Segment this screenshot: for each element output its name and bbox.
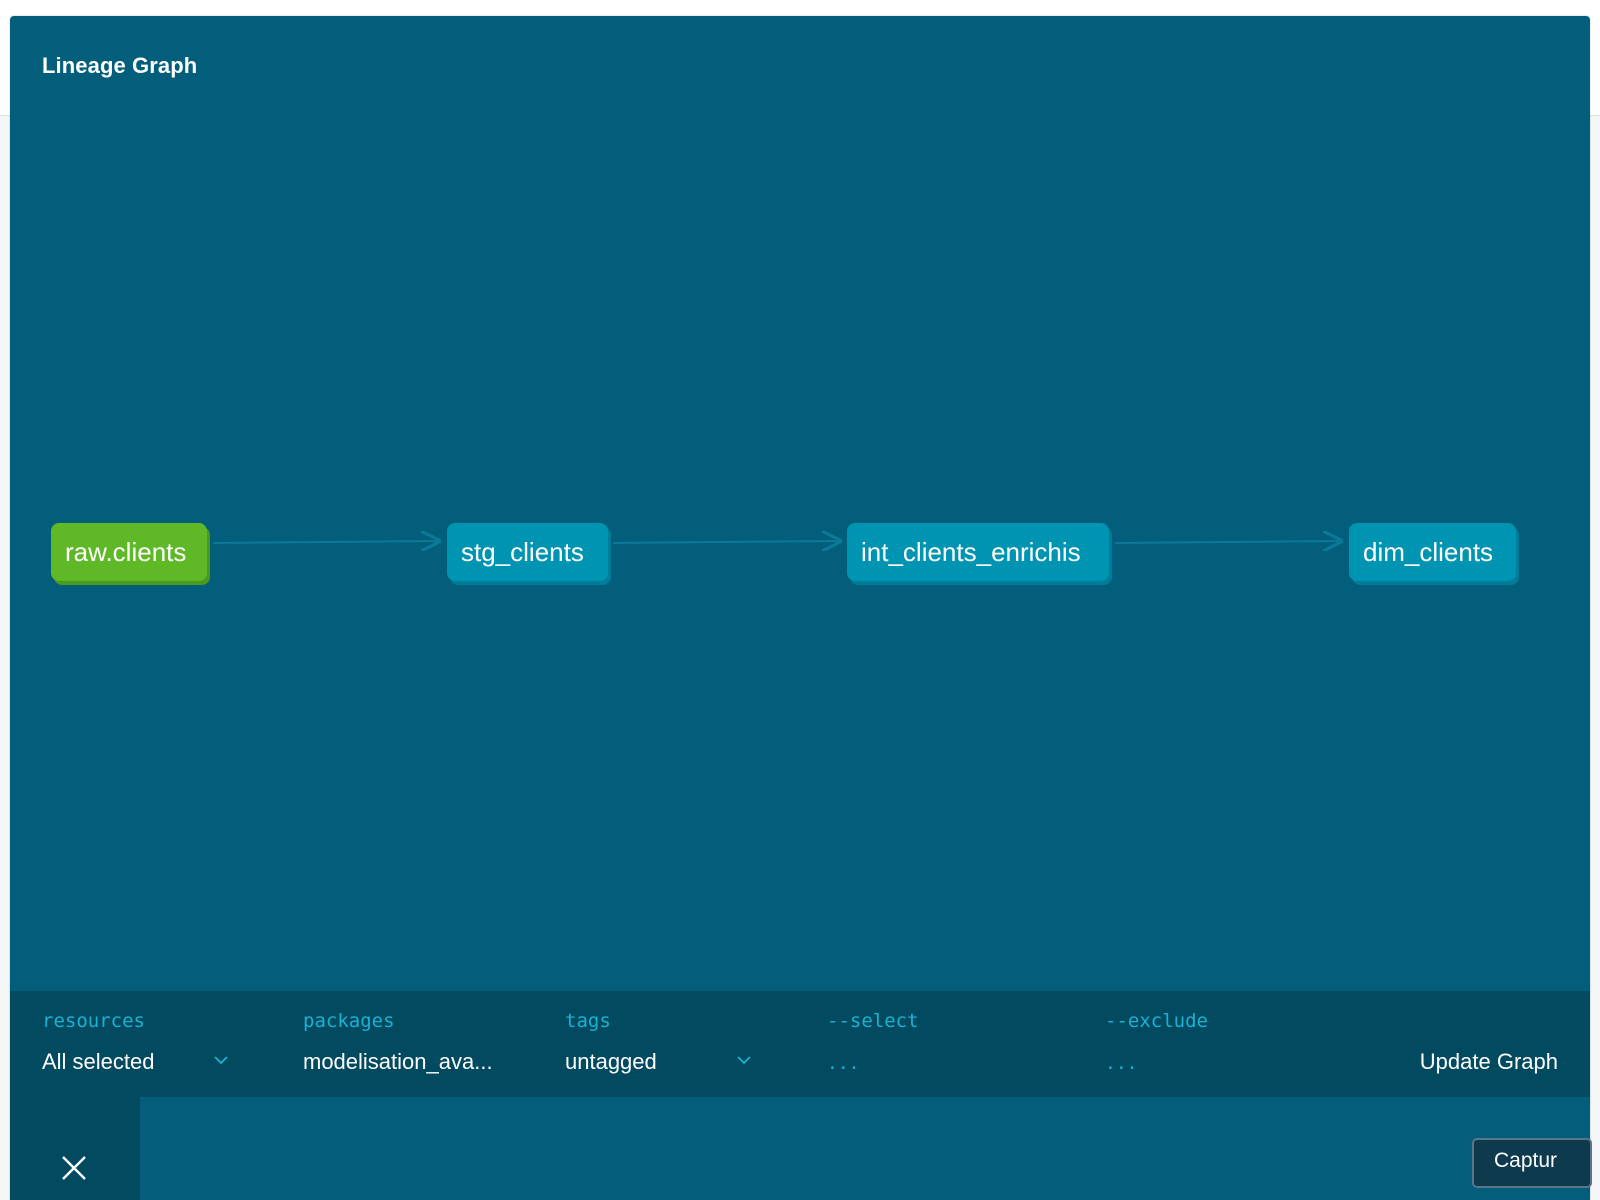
- edge-int-to-dim: [1114, 541, 1341, 543]
- node-dim-clients[interactable]: dim_clients: [1349, 523, 1516, 581]
- node-stg-clients[interactable]: stg_clients: [447, 523, 608, 581]
- edge-stg-to-int: [612, 541, 840, 543]
- graph-filter-toolbar: resources All selected packages modelisa…: [10, 991, 1590, 1097]
- tags-filter[interactable]: tags untagged: [565, 991, 765, 1097]
- exclude-label: --exclude: [1105, 1010, 1208, 1032]
- capture-button[interactable]: Captur: [1472, 1138, 1592, 1188]
- packages-label: packages: [303, 1010, 395, 1032]
- select-label: --select: [827, 1010, 919, 1032]
- resources-select[interactable]: All selected: [42, 1049, 155, 1075]
- tags-select[interactable]: untagged: [565, 1049, 657, 1075]
- node-raw-clients[interactable]: raw.clients: [51, 523, 207, 581]
- packages-filter[interactable]: packages modelisation_ava...: [303, 991, 513, 1097]
- packages-select[interactable]: modelisation_ava...: [303, 1049, 493, 1075]
- chevron-down-icon[interactable]: [212, 1051, 230, 1069]
- edge-raw-to-stg: [212, 541, 439, 543]
- lineage-graph-canvas[interactable]: raw.clients stg_clients int_clients_enri…: [10, 16, 1590, 991]
- select-filter[interactable]: --select ...: [827, 991, 1057, 1097]
- exclude-filter[interactable]: --exclude ...: [1105, 991, 1335, 1097]
- exclude-input[interactable]: ...: [1105, 1053, 1138, 1074]
- select-input[interactable]: ...: [827, 1053, 860, 1074]
- resources-filter[interactable]: resources All selected: [42, 991, 242, 1097]
- tags-label: tags: [565, 1010, 611, 1032]
- lineage-graph-panel: Lineage Graph raw.clients stg_clients in…: [10, 16, 1590, 1200]
- chevron-down-icon[interactable]: [735, 1051, 753, 1069]
- update-graph-button[interactable]: Update Graph: [1420, 1049, 1558, 1075]
- graph-edges: [212, 16, 1590, 991]
- node-int-clients-enrichis[interactable]: int_clients_enrichis: [847, 523, 1109, 581]
- close-panel-area: [10, 1097, 140, 1200]
- close-icon[interactable]: [58, 1152, 90, 1184]
- resources-label: resources: [42, 1010, 145, 1032]
